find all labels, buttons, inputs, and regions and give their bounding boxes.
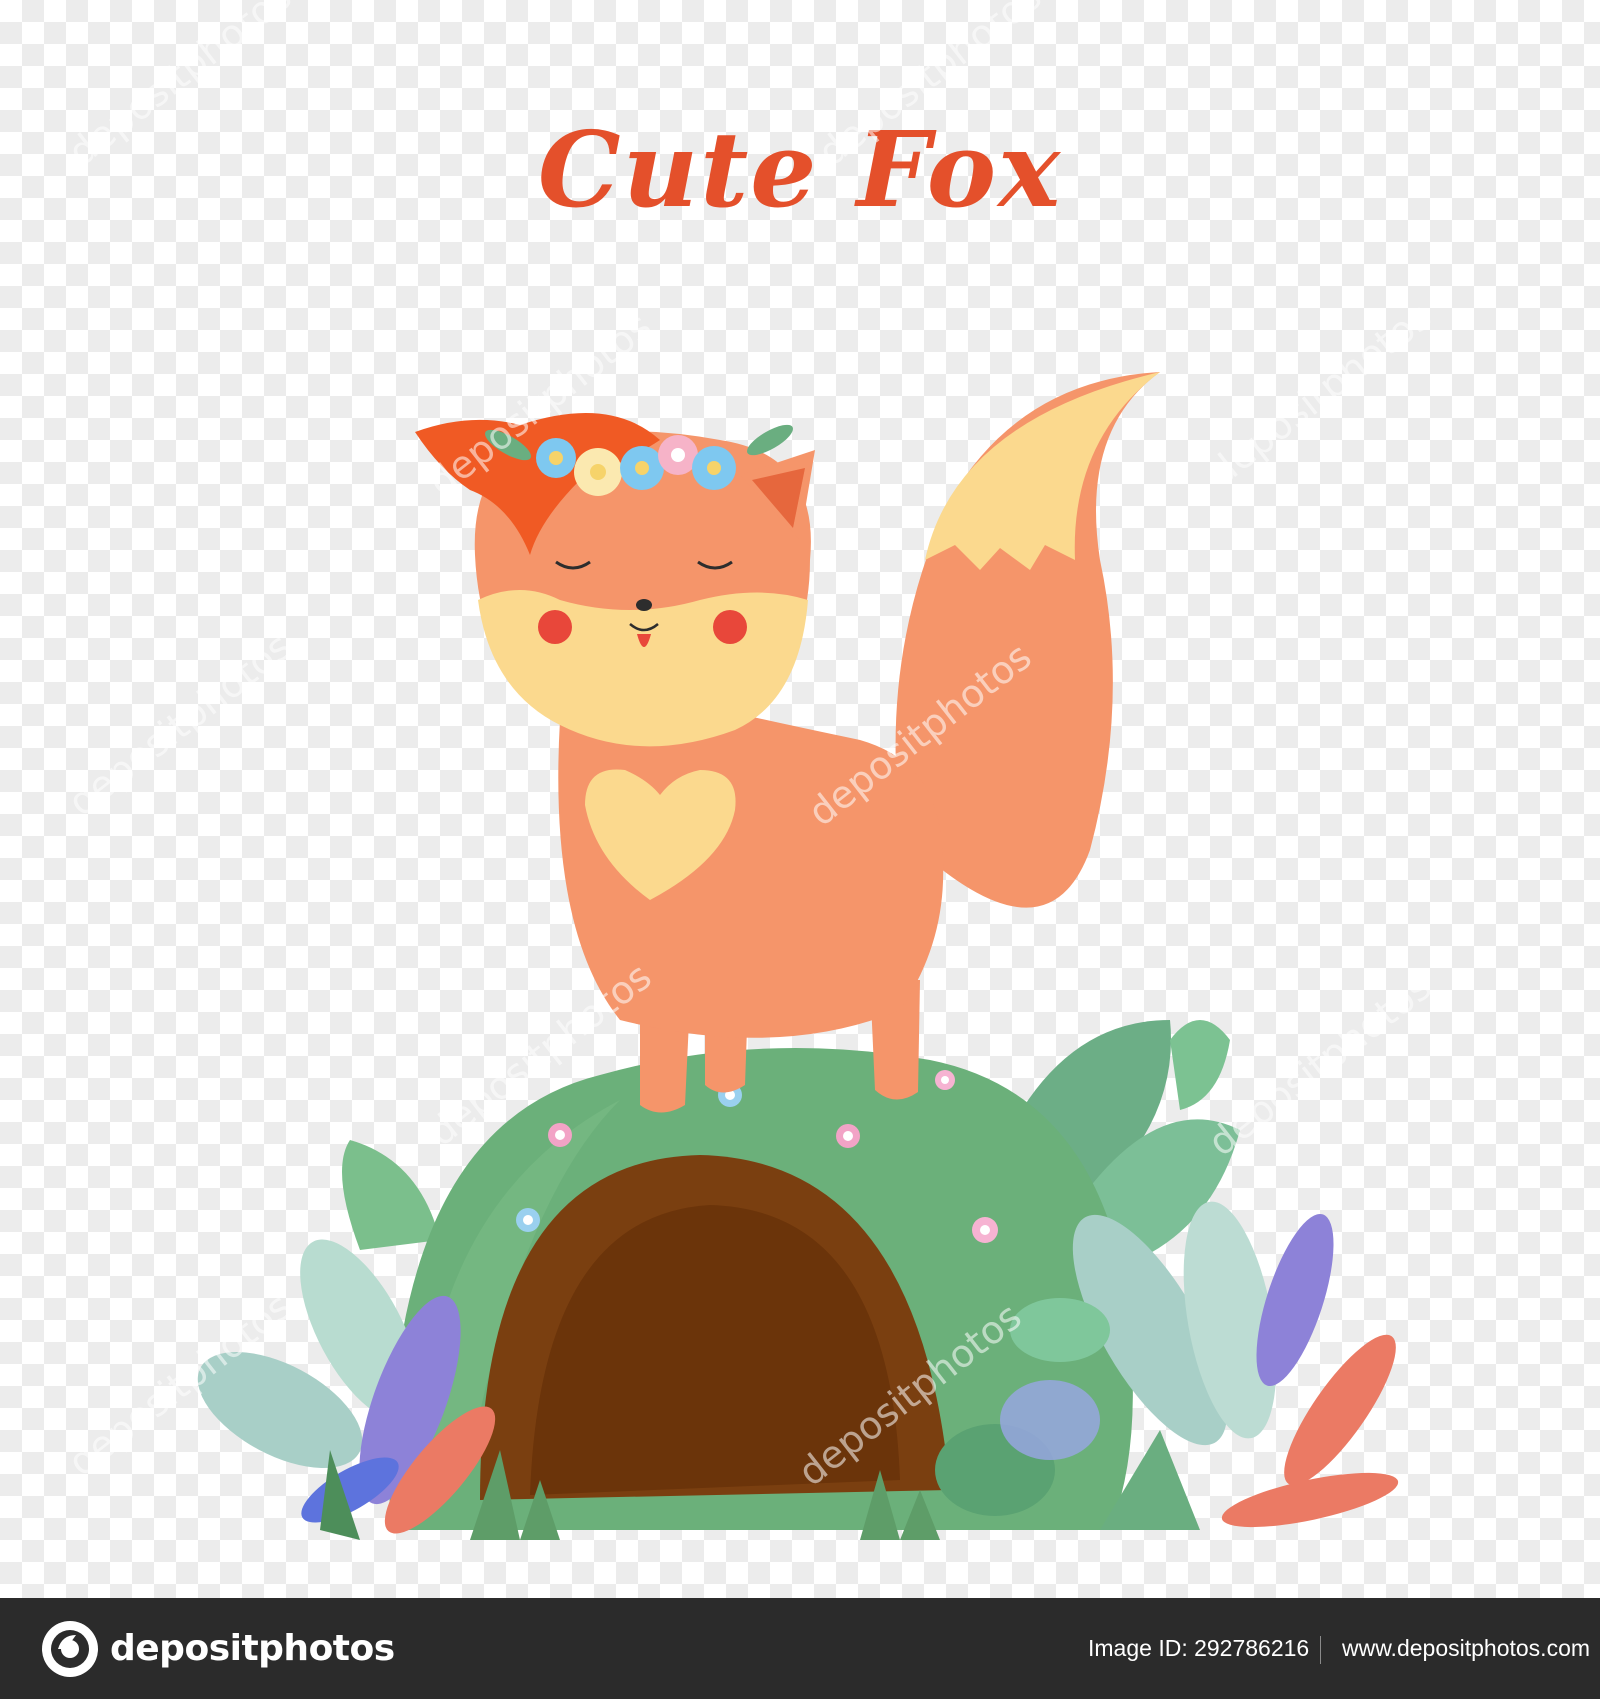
transparent-checkerboard-background: Cute Fox depositphotos depositphotos dep… [0, 0, 1600, 1598]
brand-logo[interactable]: depositphotos [40, 1619, 395, 1679]
footer-divider [1320, 1636, 1321, 1664]
footer-bar: depositphotos Image ID: 292786216 www.de… [0, 1598, 1600, 1699]
site-url-link[interactable]: www.depositphotos.com [1342, 1598, 1590, 1699]
fox [415, 372, 1160, 1113]
camera-shutter-icon [42, 1620, 98, 1677]
image-id-label: Image ID: 292786216 [1088, 1635, 1310, 1661]
stock-image: Cute Fox depositphotos depositphotos dep… [0, 0, 1600, 1699]
brand-name: depositphotos [110, 1628, 395, 1669]
